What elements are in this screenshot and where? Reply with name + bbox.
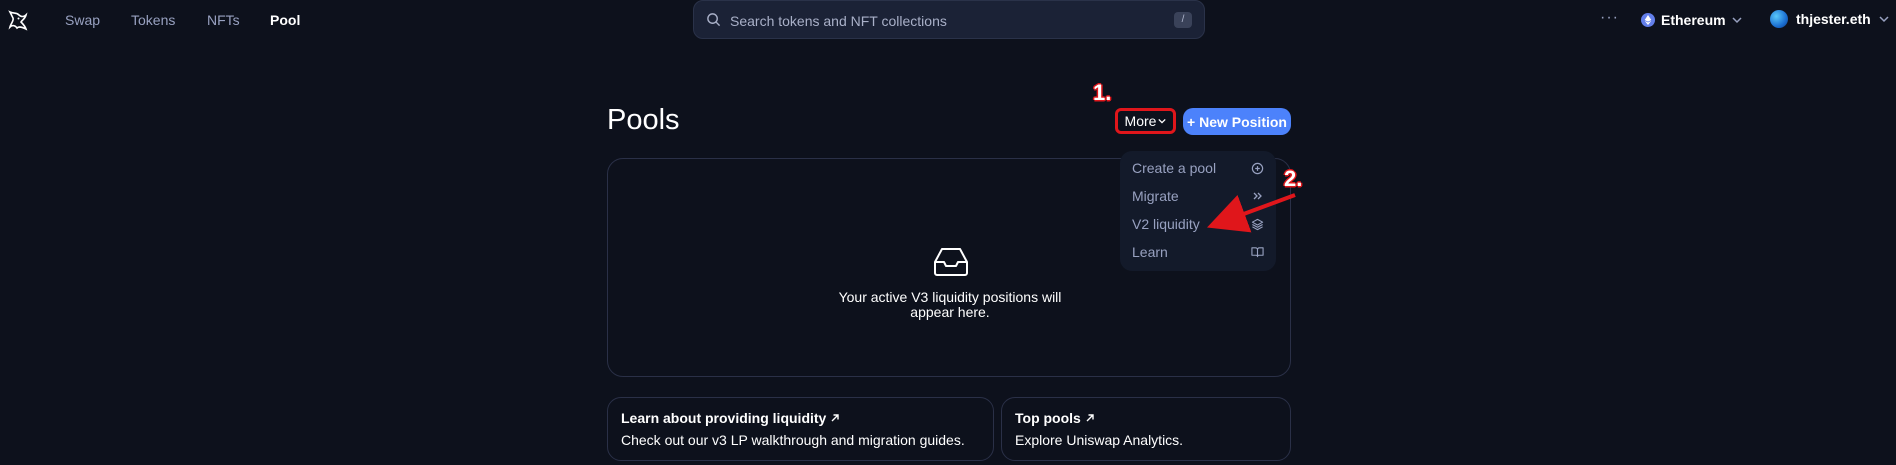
external-link-arrow-icon	[831, 414, 840, 422]
account-button[interactable]: thjester.eth	[1770, 10, 1889, 28]
network-selector[interactable]: Ethereum	[1641, 12, 1742, 28]
empty-state-message: Your active V3 liquidity positions will …	[608, 290, 1292, 320]
learn-liquidity-title-text: Learn about providing liquidity	[621, 410, 827, 426]
menu-item-learn[interactable]: Learn	[1132, 241, 1264, 263]
learn-liquidity-subtitle: Check out our v3 LP walkthrough and migr…	[621, 432, 965, 448]
annotation-step-1: 1.	[1093, 80, 1112, 105]
chevron-down-icon	[1158, 118, 1167, 124]
ethereum-icon	[1641, 13, 1655, 27]
menu-item-label: Migrate	[1132, 188, 1179, 204]
top-pools-subtitle: Explore Uniswap Analytics.	[1015, 432, 1184, 448]
annotation-step-2: 2.	[1284, 166, 1303, 191]
more-options-icon[interactable]: ···	[1600, 9, 1619, 27]
network-label: Ethereum	[1661, 12, 1726, 28]
avatar	[1770, 10, 1788, 28]
menu-item-create-pool[interactable]: Create a pool	[1132, 157, 1264, 179]
nav-pool[interactable]: Pool	[270, 12, 300, 28]
more-button[interactable]: More	[1115, 108, 1176, 134]
search-shortcut-key: /	[1174, 12, 1192, 28]
empty-state-line-1: Your active V3 liquidity positions will	[838, 289, 1062, 305]
top-pools-title: Top pools	[1015, 410, 1095, 426]
top-pools-title-text: Top pools	[1015, 410, 1081, 426]
book-icon	[1251, 247, 1264, 258]
more-dropdown-menu: Create a pool Migrate V2 liquidity Learn	[1120, 151, 1276, 271]
learn-liquidity-title: Learn about providing liquidity	[621, 410, 840, 426]
page-title: Pools	[607, 104, 680, 136]
menu-item-label: V2 liquidity	[1132, 216, 1200, 232]
empty-state-line-2: appear here.	[910, 304, 990, 320]
top-pools-card[interactable]: Top pools Explore Uniswap Analytics.	[1001, 397, 1291, 461]
inbox-icon	[934, 248, 968, 276]
layers-icon	[1251, 218, 1264, 230]
top-navbar: Swap Tokens NFTs Pool Search tokens and …	[0, 0, 1896, 40]
nav-swap[interactable]: Swap	[65, 12, 100, 28]
plus-circle-icon	[1251, 162, 1264, 174]
chevrons-right-icon	[1253, 192, 1262, 200]
nav-tokens[interactable]: Tokens	[131, 12, 175, 28]
account-label: thjester.eth	[1796, 11, 1871, 27]
menu-item-v2-liquidity[interactable]: V2 liquidity	[1132, 213, 1264, 235]
learn-liquidity-card[interactable]: Learn about providing liquidity Check ou…	[607, 397, 994, 461]
new-position-button[interactable]: + New Position	[1183, 108, 1291, 135]
search-icon	[707, 13, 721, 27]
chevron-down-icon	[1879, 16, 1889, 23]
menu-item-label: Create a pool	[1132, 160, 1217, 176]
menu-item-migrate[interactable]: Migrate	[1132, 185, 1264, 207]
more-button-label: More	[1124, 113, 1157, 129]
menu-item-label: Learn	[1132, 244, 1168, 260]
nav-nfts[interactable]: NFTs	[207, 12, 240, 28]
chevron-down-icon	[1732, 17, 1742, 24]
search-placeholder: Search tokens and NFT collections	[730, 13, 947, 29]
external-link-arrow-icon	[1086, 414, 1094, 422]
search-input[interactable]: Search tokens and NFT collections /	[693, 0, 1205, 39]
uniswap-logo-icon[interactable]	[6, 8, 30, 32]
